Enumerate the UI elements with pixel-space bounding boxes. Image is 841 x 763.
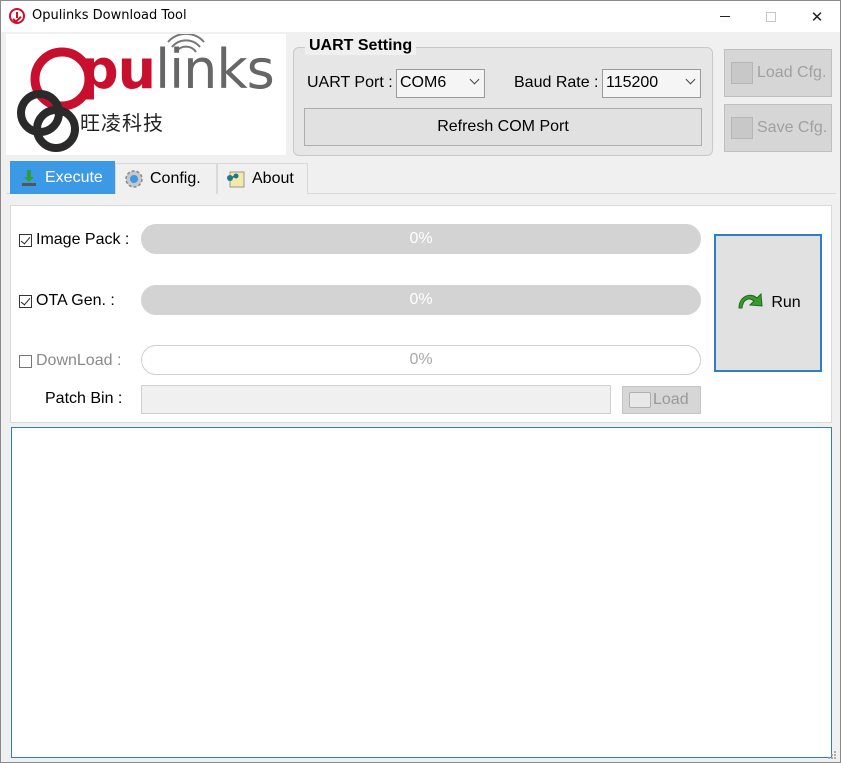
download-label: DownLoad : bbox=[36, 352, 122, 369]
minimize-button[interactable] bbox=[702, 1, 748, 32]
save-cfg-label: Save Cfg. bbox=[757, 119, 828, 136]
maximize-icon bbox=[766, 11, 776, 22]
ota-gen-progress-text: 0% bbox=[409, 291, 433, 308]
save-cfg-button[interactable]: Save Cfg. bbox=[724, 104, 832, 152]
title-bar[interactable]: Opulinks Download Tool ✕ bbox=[1, 1, 840, 32]
image-pack-progress: 0% bbox=[141, 224, 701, 254]
tab-config[interactable]: Config. bbox=[115, 163, 217, 194]
image-pack-label: Image Pack : bbox=[36, 231, 130, 248]
download-checkbox-row[interactable]: DownLoad : bbox=[19, 352, 121, 370]
minimize-icon bbox=[720, 16, 730, 17]
baud-rate-value: 115200 bbox=[606, 74, 659, 91]
download-progress: 0% bbox=[141, 345, 701, 375]
load-cfg-label: Load Cfg. bbox=[757, 64, 827, 81]
ota-gen-label: OTA Gen. : bbox=[36, 292, 115, 309]
run-label: Run bbox=[771, 294, 801, 311]
download-icon bbox=[19, 168, 39, 188]
gear-icon bbox=[124, 169, 144, 189]
patch-bin-field[interactable] bbox=[141, 385, 611, 414]
patch-load-label: Load bbox=[653, 391, 689, 408]
download-checkbox[interactable] bbox=[19, 354, 32, 368]
opulinks-logo: pulinks 旺凌科技 bbox=[6, 34, 286, 155]
log-output-area[interactable] bbox=[11, 427, 832, 758]
folder-icon bbox=[629, 392, 651, 408]
network-note-icon bbox=[226, 169, 246, 189]
uart-port-select[interactable]: COM6 bbox=[396, 69, 485, 98]
image-pack-progress-text: 0% bbox=[409, 230, 433, 247]
app-download-icon bbox=[9, 8, 25, 24]
save-pen-icon bbox=[731, 117, 753, 139]
image-pack-checkbox[interactable] bbox=[19, 233, 32, 247]
image-pack-checkbox-row[interactable]: Image Pack : bbox=[19, 231, 129, 249]
window-title: Opulinks Download Tool bbox=[32, 8, 187, 23]
tab-config-label: Config. bbox=[150, 170, 201, 187]
refresh-com-port-button[interactable]: Refresh COM Port bbox=[304, 108, 702, 146]
maximize-button bbox=[748, 1, 794, 32]
baud-rate-select[interactable]: 115200 bbox=[602, 69, 701, 98]
tab-execute[interactable]: Execute bbox=[10, 161, 115, 194]
app-window: Opulinks Download Tool ✕ pulinks 旺凌科技 UA… bbox=[0, 0, 841, 763]
ota-gen-checkbox-row[interactable]: OTA Gen. : bbox=[19, 292, 115, 310]
resize-grip-icon[interactable] bbox=[827, 750, 837, 760]
file-icon bbox=[731, 62, 753, 84]
close-button[interactable]: ✕ bbox=[794, 1, 840, 32]
uart-setting-legend: UART Setting bbox=[305, 37, 417, 55]
uart-port-value: COM6 bbox=[400, 74, 447, 91]
ota-gen-checkbox[interactable] bbox=[19, 294, 32, 308]
run-button[interactable]: Run bbox=[714, 234, 822, 372]
ota-gen-progress: 0% bbox=[141, 285, 701, 315]
uart-port-label: UART Port : bbox=[307, 74, 393, 91]
baud-rate-label: Baud Rate : bbox=[514, 74, 599, 91]
patch-bin-label: Patch Bin : bbox=[45, 390, 123, 407]
logo-chinese-name: 旺凌科技 bbox=[80, 111, 164, 135]
tab-about[interactable]: About bbox=[217, 163, 308, 194]
download-progress-text: 0% bbox=[409, 351, 433, 368]
tab-about-label: About bbox=[252, 170, 294, 187]
chevron-down-icon bbox=[469, 74, 480, 85]
load-cfg-button[interactable]: Load Cfg. bbox=[724, 49, 832, 97]
run-arrow-icon bbox=[735, 288, 767, 319]
logo-wordmark: pulinks bbox=[80, 38, 275, 101]
chevron-down-icon bbox=[685, 74, 696, 85]
patch-load-button[interactable]: Load bbox=[622, 386, 701, 414]
tab-execute-label: Execute bbox=[45, 169, 103, 186]
